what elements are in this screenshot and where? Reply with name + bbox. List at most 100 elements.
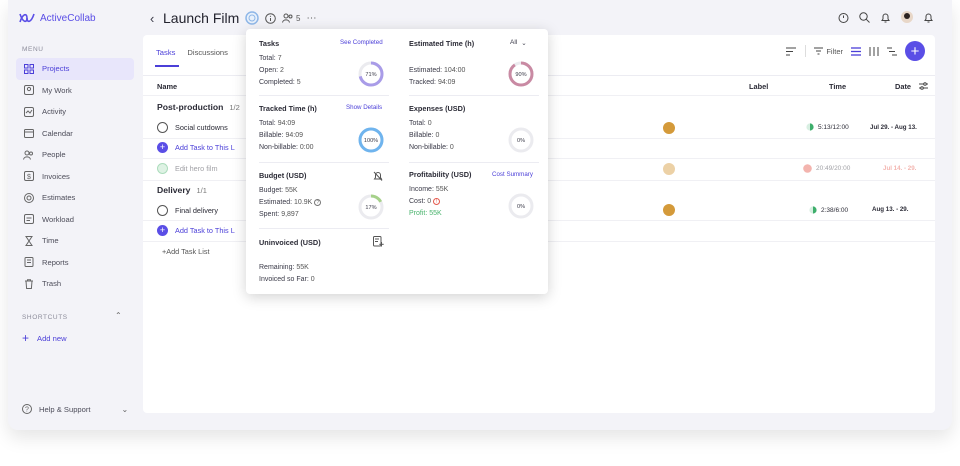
assignee-avatar[interactable]: [663, 163, 675, 175]
tab-discussions[interactable]: Discussions: [187, 48, 228, 57]
tasks-total: 7: [277, 55, 282, 62]
estimated-filter-value: All: [510, 39, 518, 46]
see-completed-link[interactable]: See Completed: [340, 39, 383, 46]
chevron-up-icon[interactable]: ⌃: [115, 311, 122, 320]
uninvoiced-stats: Uninvoiced (USD) Remaining: 55K Invoiced…: [259, 238, 409, 286]
time-cell: 5:13/12:00: [806, 123, 849, 131]
column-view-icon[interactable]: [869, 46, 879, 56]
add-shortcut-button[interactable]: + Add new: [22, 332, 67, 344]
warning-icon[interactable]: !: [433, 197, 441, 205]
assignee-avatar[interactable]: [663, 122, 675, 134]
sidebar-item-label: Activity: [42, 107, 67, 117]
task-date[interactable]: Jul 14. - 29.: [883, 165, 916, 172]
project-header-actions: 5 ⋯: [245, 11, 317, 25]
people-icon: [282, 13, 293, 23]
progress-ring-icon[interactable]: [245, 11, 259, 25]
bell-outline-icon[interactable]: [880, 12, 891, 23]
add-task-to-list-button[interactable]: + Add Task to This L: [157, 225, 235, 236]
notifications-icon[interactable]: [923, 12, 934, 23]
sidebar-item-people[interactable]: People: [16, 144, 134, 166]
column-header-name[interactable]: Name: [157, 82, 177, 91]
svg-text:?: ?: [25, 407, 29, 414]
task-row-completed[interactable]: Edit hero film: [157, 163, 218, 174]
ring-percent-label: 0%: [517, 138, 525, 144]
people-count-button[interactable]: 5: [282, 13, 300, 23]
ring-percent-label: 90%: [515, 72, 526, 78]
sidebar-item-time[interactable]: Time: [16, 230, 134, 252]
search-icon[interactable]: [859, 11, 870, 23]
sidebar-item-calendar[interactable]: Calendar: [16, 123, 134, 145]
task-time: 2:38/6:00: [821, 206, 849, 214]
tasks-open-label: Open:: [259, 67, 279, 74]
add-task-list-button[interactable]: +Add Task List: [162, 247, 210, 256]
task-date[interactable]: Aug 13. - 29.: [872, 206, 908, 213]
column-header-label[interactable]: Label: [749, 82, 768, 91]
task-date[interactable]: Jul 29. - Aug 13.: [870, 124, 917, 131]
sidebar-item-trash[interactable]: Trash: [16, 273, 134, 295]
task-list-name: Delivery: [157, 185, 191, 195]
expenses-billable-label: Billable:: [409, 132, 434, 139]
sidebar: ActiveCollab MENU Projects My Work Activ…: [8, 0, 134, 430]
estimated-filter-dropdown[interactable]: All ⌄: [510, 39, 527, 47]
task-checkbox[interactable]: [157, 122, 168, 133]
timeline-view-icon[interactable]: [887, 47, 897, 56]
task-list-title[interactable]: Delivery 1/1: [157, 185, 207, 195]
estimated-progress-ring: 90%: [508, 61, 534, 87]
view-toolbar: Filter +: [786, 41, 925, 61]
shortcuts-section-label: SHORTCUTS: [22, 314, 68, 321]
chevron-down-icon: ⌄: [521, 40, 527, 47]
list-view-icon[interactable]: [851, 46, 861, 56]
info-icon[interactable]: [265, 12, 276, 24]
sidebar-item-activity[interactable]: Activity: [16, 101, 134, 123]
task-name[interactable]: Social cutdowns: [175, 123, 228, 132]
task-checkbox[interactable]: [157, 205, 168, 216]
add-task-button[interactable]: +: [905, 41, 925, 61]
sidebar-item-projects[interactable]: Projects: [16, 58, 134, 80]
section-divider: [259, 228, 389, 229]
add-task-to-list-button[interactable]: + Add Task to This L: [157, 142, 235, 153]
task-row[interactable]: Final delivery: [157, 205, 218, 216]
sort-icon[interactable]: [786, 47, 797, 56]
plus-icon: +: [157, 142, 168, 153]
sidebar-item-workload[interactable]: Workload: [16, 209, 134, 231]
ring-percent-label: 0%: [517, 204, 525, 210]
stopwatch-icon[interactable]: [838, 12, 849, 23]
task-checkbox-checked[interactable]: [157, 163, 168, 174]
column-settings-icon[interactable]: [919, 82, 928, 90]
tracked-total: 94:09: [277, 120, 296, 127]
filter-button[interactable]: Filter: [814, 47, 843, 56]
budget-estimated: 10.9K: [294, 199, 313, 206]
task-name[interactable]: Edit hero film: [175, 164, 218, 173]
assignee-avatar[interactable]: [663, 204, 675, 216]
show-details-link[interactable]: Show Details: [346, 104, 382, 111]
sidebar-item-my-work[interactable]: My Work: [16, 80, 134, 102]
cost-summary-link[interactable]: Cost Summary: [492, 171, 533, 178]
sidebar-item-label: My Work: [42, 85, 72, 95]
bell-off-icon[interactable]: [373, 171, 383, 181]
grid-icon: [23, 63, 34, 74]
user-card-icon: [23, 85, 34, 96]
create-invoice-icon[interactable]: [373, 236, 384, 247]
app-logo[interactable]: ActiveCollab: [18, 11, 96, 25]
expenses-progress-ring: 0%: [508, 127, 534, 153]
task-list-name: Post-production: [157, 102, 224, 112]
sidebar-item-invoices[interactable]: $ Invoices: [16, 166, 134, 188]
column-header-date[interactable]: Date: [895, 82, 911, 91]
target-icon: [23, 192, 34, 203]
more-options-icon[interactable]: ⋯: [306, 13, 317, 24]
task-list-count: 1/1: [196, 186, 207, 195]
budget-value: 55K: [285, 187, 298, 194]
workload-icon: [23, 214, 34, 225]
sidebar-item-estimates[interactable]: Estimates: [16, 187, 134, 209]
sidebar-item-reports[interactable]: Reports: [16, 252, 134, 274]
tab-tasks[interactable]: Tasks: [156, 48, 175, 57]
back-arrow-icon[interactable]: ‹: [150, 11, 154, 26]
user-avatar[interactable]: [901, 11, 913, 23]
info-icon[interactable]: ?: [314, 198, 322, 206]
column-header-time[interactable]: Time: [829, 82, 846, 91]
help-support-button[interactable]: ? Help & Support ⌄: [22, 404, 128, 414]
task-list-title[interactable]: Post-production 1/2: [157, 102, 240, 112]
profit-value: 55K: [429, 210, 442, 217]
task-row[interactable]: Social cutdowns: [157, 122, 228, 133]
task-name[interactable]: Final delivery: [175, 206, 218, 215]
